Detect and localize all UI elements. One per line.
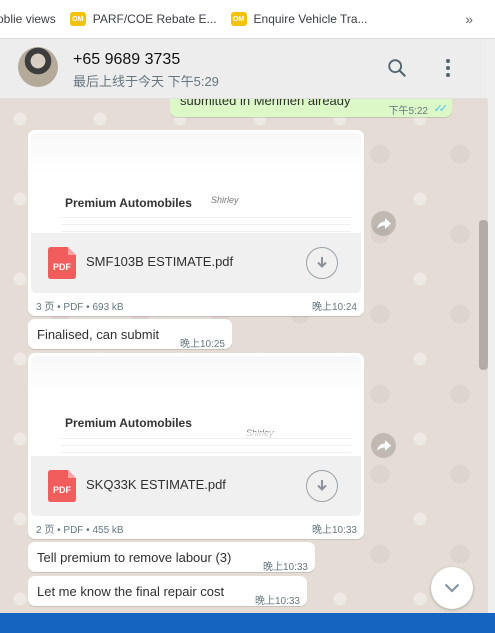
received-message[interactable]: Finalised, can submit 晚上10:25: [28, 319, 232, 350]
bookmarks-bar: oblie views OM PARF/COE Rebate E... OM E…: [0, 0, 495, 39]
onemotoring-icon: OM: [230, 12, 247, 26]
message-time: 晚上10:33: [262, 562, 308, 573]
pdf-icon: PDF: [48, 247, 76, 284]
bookmark-enquire-vehicle[interactable]: OM Enquire Vehicle Tra...: [230, 12, 368, 26]
forward-icon[interactable]: [371, 211, 396, 236]
bookmark-label: Enquire Vehicle Tra...: [253, 12, 368, 26]
svg-text:PDF: PDF: [53, 262, 72, 272]
preview-text-lines: [61, 211, 351, 233]
received-message[interactable]: Tell premium to remove labour (3) 晚上10:3…: [28, 542, 315, 573]
download-icon[interactable]: [306, 247, 338, 279]
desktop-edge: [0, 613, 495, 633]
search-icon[interactable]: [386, 57, 408, 84]
message-time: 晚上10:33: [311, 525, 357, 536]
preview-text-lines: [61, 432, 351, 456]
document-message[interactable]: Premium Automobiles Shirley PDF SMF103B …: [28, 130, 364, 316]
document-filename: SKQ33K ESTIMATE.pdf: [86, 477, 226, 492]
message-text: Let me know the final repair cost: [37, 584, 225, 599]
pdf-icon: PDF: [48, 470, 76, 507]
svg-text:PDF: PDF: [53, 485, 72, 495]
message-time: 晚上10:24: [311, 302, 357, 313]
document-message[interactable]: Premium Automobiles Shirley PDF SKQ33K E…: [28, 353, 364, 539]
last-seen-status: 最后上线于今天 下午5:29: [73, 74, 219, 89]
chat-header[interactable]: +65 9689 3735 最后上线于今天 下午5:29: [0, 39, 488, 99]
message-text: submitted in Merimen already: [180, 99, 351, 108]
document-preview[interactable]: Premium Automobiles Shirley: [31, 356, 361, 456]
message-time: 下午5:22: [388, 106, 428, 117]
scrollbar-track[interactable]: [487, 39, 495, 613]
bookmark-label: oblie views: [0, 12, 56, 26]
scrollbar-thumb[interactable]: [479, 220, 488, 370]
sent-message[interactable]: submitted in Merimen already 下午5:22 ✓✓: [170, 99, 452, 117]
bookmark-label: PARF/COE Rebate E...: [92, 12, 217, 26]
document-file-row[interactable]: PDF SKQ33K ESTIMATE.pdf: [31, 456, 361, 516]
document-meta: 2 页 • PDF • 455 kB: [36, 525, 124, 536]
preview-company: Premium Automobiles: [65, 416, 192, 430]
menu-icon[interactable]: [438, 57, 458, 84]
document-filename: SMF103B ESTIMATE.pdf: [86, 254, 234, 269]
download-icon[interactable]: [306, 470, 338, 502]
avatar[interactable]: [18, 47, 58, 87]
scroll-to-bottom-button[interactable]: [431, 567, 473, 609]
message-time: 晚上10:25: [179, 339, 225, 350]
message-time: 晚上10:33: [254, 596, 300, 607]
forward-icon[interactable]: [371, 433, 396, 458]
preview-company: Premium Automobiles: [65, 196, 192, 210]
preview-signature: Shirley: [211, 195, 239, 205]
chat-messages[interactable]: submitted in Merimen already 下午5:22 ✓✓ P…: [0, 99, 488, 613]
document-file-row[interactable]: PDF SMF103B ESTIMATE.pdf: [31, 233, 361, 293]
document-meta: 3 页 • PDF • 693 kB: [36, 302, 124, 313]
read-ticks-icon: ✓✓: [433, 103, 449, 115]
received-message[interactable]: Let me know the final repair cost 晚上10:3…: [28, 576, 307, 607]
onemotoring-icon: OM: [69, 12, 86, 26]
bookmarks-overflow-button[interactable]: »: [465, 11, 473, 27]
message-text: Finalised, can submit: [37, 327, 160, 342]
bookmark-oblie-views[interactable]: oblie views: [0, 12, 56, 26]
bookmark-parf-coe[interactable]: OM PARF/COE Rebate E...: [69, 12, 217, 26]
contact-name[interactable]: +65 9689 3735: [73, 51, 180, 69]
message-text: Tell premium to remove labour (3): [37, 550, 232, 565]
document-preview[interactable]: Premium Automobiles Shirley: [31, 133, 361, 233]
